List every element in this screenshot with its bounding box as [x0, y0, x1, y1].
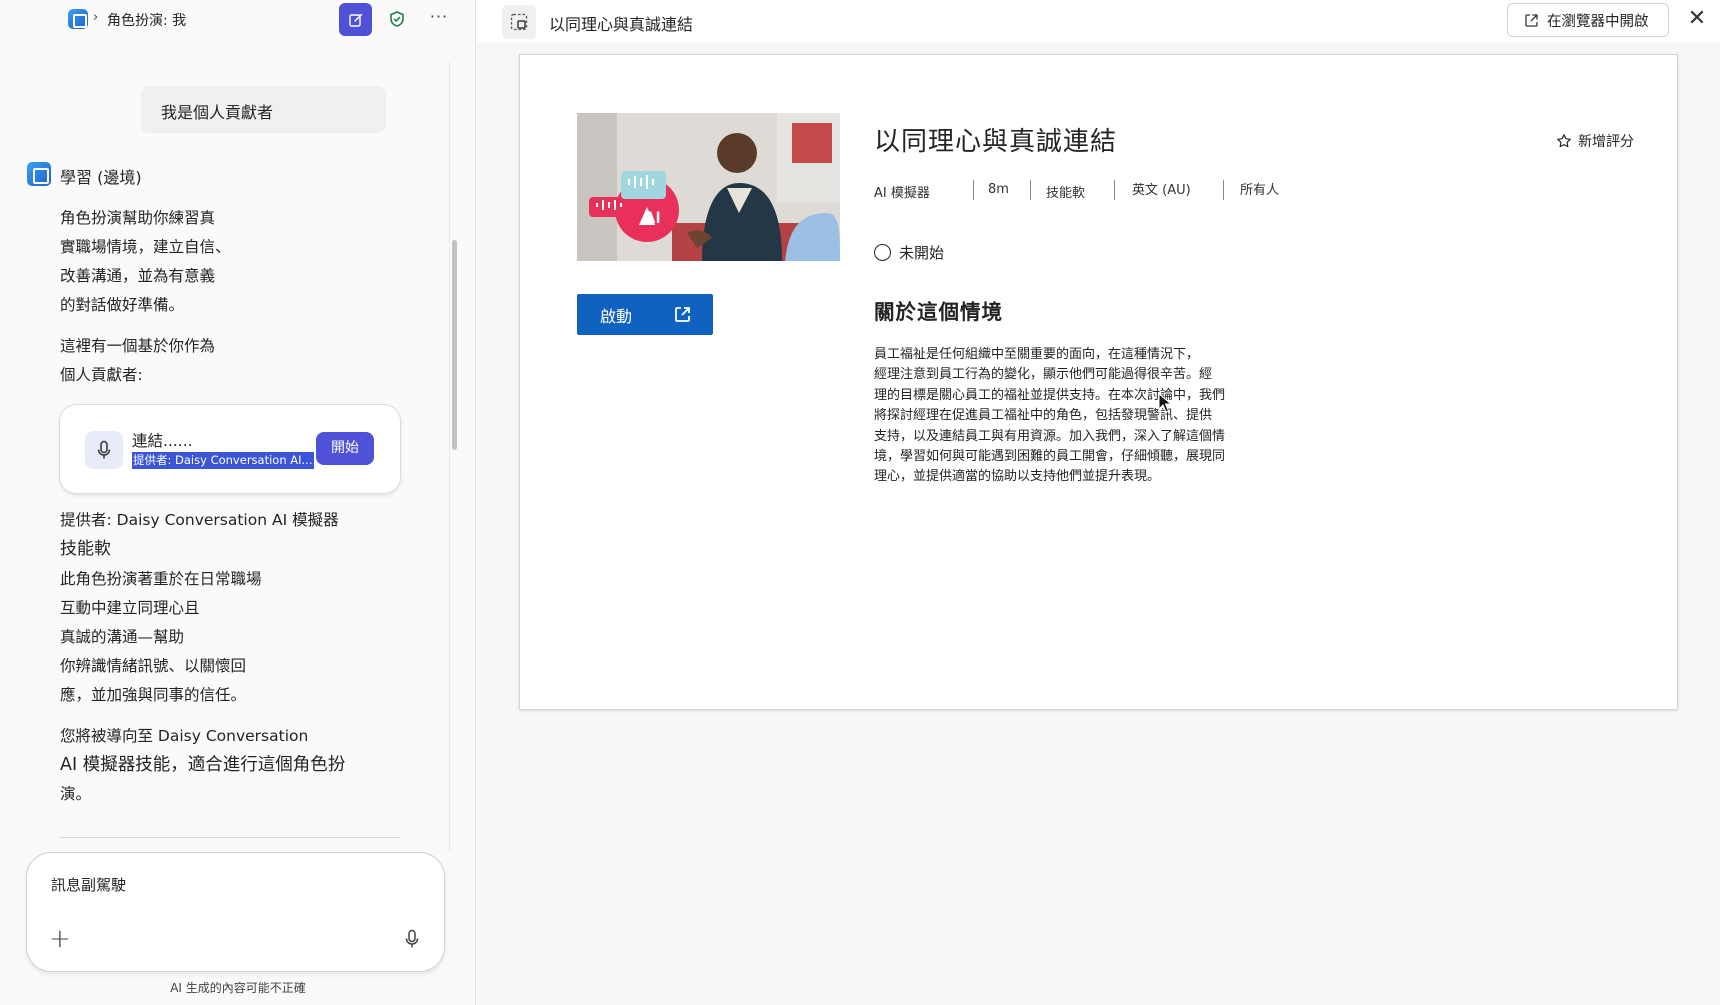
text-line: 改善溝通，並為有意義: [60, 267, 216, 285]
redirect-paragraph: 您將被導向至 Daisy Conversation AI 模擬器技能，適合進行這…: [60, 722, 345, 809]
lead-paragraph: 這裡有一個基於你作為 個人貢獻者:: [60, 332, 215, 390]
new-chat-button[interactable]: [339, 3, 372, 36]
hero-badge: AI: [643, 208, 661, 227]
add-rating-label: 新增評分: [1578, 134, 1634, 150]
scrollbar-thumb[interactable]: [452, 240, 457, 450]
shield-check-icon: [390, 11, 404, 27]
text-line: 真誠的溝通—幫助: [60, 628, 185, 646]
meta-separator: [973, 180, 974, 200]
meta-separator: [1223, 180, 1224, 200]
conversation-title[interactable]: 角色扮演: 我: [107, 10, 186, 30]
star-icon: [1557, 134, 1571, 148]
meta-type: AI 模擬器: [874, 186, 930, 201]
meta-separator: [1114, 180, 1115, 200]
new-chat-icon: [348, 13, 362, 27]
chat-header: › 角色扮演: 我 ···: [0, 0, 476, 38]
course-detail: AI 啟動 以同理心與真誠連結 新增評分 AI 模擬器 8m 技能軟 英文 (A…: [519, 54, 1678, 710]
card-title: 連結......: [132, 432, 193, 450]
bot-avatar-icon: [27, 162, 51, 186]
chevron-right-icon: ›: [93, 10, 99, 25]
meta-duration: 8m: [988, 182, 1009, 197]
message-composer[interactable]: +: [27, 853, 444, 971]
more-icon[interactable]: ···: [428, 6, 450, 30]
panel-icon[interactable]: [502, 5, 536, 39]
status-circle-icon: [874, 244, 891, 261]
open-in-browser-button[interactable]: 在瀏覽器中開啟: [1507, 3, 1669, 37]
about-heading: 關於這個情境: [874, 300, 1003, 324]
text-line: 境，學習如何與可能遇到困難的員工開會，仔細傾聽，展現同: [874, 449, 1226, 465]
status: 未開始: [874, 242, 944, 263]
scrollbar-track[interactable]: [449, 62, 459, 852]
description-paragraph: 此角色扮演著重於在日常職場 互動中建立同理心且 真誠的溝通—幫助 你辨識情緒訊號…: [60, 565, 262, 710]
text-line: 您將被導向至 Daisy Conversation: [60, 727, 309, 745]
text-line: 員工福祉是任何組織中至關重要的面向，在這種情況下，: [874, 347, 1200, 362]
meta-audience: 所有人: [1240, 183, 1280, 198]
text-line: 角色扮演幫助你練習真: [60, 209, 216, 227]
meta-language: 英文 (AU): [1132, 183, 1191, 198]
text-line: 理心，並提供適當的協助以支持他們並提升表現。: [874, 469, 1161, 485]
launch-button[interactable]: 啟動: [577, 294, 713, 335]
text-line: 經理注意到員工行為的變化，顯示他們可能過得很辛苦。經: [874, 367, 1213, 383]
plus-icon[interactable]: +: [49, 926, 73, 952]
launch-label: 啟動: [600, 306, 633, 326]
card-mic-button: [85, 431, 123, 469]
mic-icon: [97, 440, 111, 459]
text-line: AI 模擬器技能，適合進行這個角色扮: [60, 755, 346, 775]
course-thumbnail: AI: [577, 113, 840, 261]
divider: [60, 837, 400, 838]
open-in-browser-label: 在瀏覽器中開啟: [1547, 13, 1649, 30]
open-external-icon: [1525, 13, 1538, 27]
open-external-icon: [675, 307, 690, 322]
text-line: 互動中建立同理心且: [60, 599, 200, 617]
composer-mic-button[interactable]: [404, 929, 424, 951]
text-line: 這裡有一個基於你作為: [60, 337, 216, 355]
skill-line: 技能軟: [60, 539, 111, 559]
preview-title: 以同理心與真誠連結: [549, 15, 694, 34]
text-line: 應，並加強與同事的信任。: [60, 686, 247, 704]
bot-name: 學習 (邊境): [60, 168, 142, 187]
text-line: 此角色扮演著重於在日常職場: [60, 570, 262, 588]
text-line: 你辨識情緒訊號、以關懷回: [60, 657, 247, 675]
text-line: 演。: [60, 785, 92, 803]
roleplay-card[interactable]: 連結...... 提供者: Daisy Conversation AI... 開…: [60, 405, 400, 493]
card-subtitle: 提供者: Daisy Conversation AI...: [132, 452, 314, 469]
intro-paragraph: 角色扮演幫助你練習真 實職場情境，建立自信、 改善溝通，並為有意義 的對話做好準…: [60, 204, 231, 320]
chat-pane: › 角色扮演: 我 ··· 我是個人貢獻者 學習 (邊境) 角色扮演幫助你練習真…: [0, 0, 476, 1005]
text-line: 將探討經理在促進員工福祉中的角色，包括發現警訊、提供: [874, 408, 1213, 424]
status-label: 未開始: [899, 244, 945, 262]
course-title: 以同理心與真誠連結: [874, 127, 1118, 157]
about-description: 員工福祉是任何組織中至關重要的面向，在這種情況下， 經理注意到員工行為的變化，顯…: [874, 345, 1274, 488]
panel-glyph: [510, 13, 528, 31]
thumbnail-illustration: [577, 113, 840, 261]
text-line: 支持，以及連結員工與有用資源。加入我們，深入了解這個情: [874, 428, 1226, 444]
provider-line: 提供者: Daisy Conversation AI 模擬器: [60, 511, 339, 529]
app-logo-icon[interactable]: [68, 9, 88, 29]
shield-button[interactable]: [385, 7, 409, 31]
start-button[interactable]: 開始: [316, 432, 374, 465]
text-line: 個人貢獻者:: [60, 366, 143, 384]
user-message: 我是個人貢獻者: [141, 86, 386, 133]
add-rating-button[interactable]: 新增評分: [1556, 131, 1634, 151]
ai-disclaimer: AI 生成的內容可能不正確: [170, 981, 306, 995]
message-input[interactable]: [51, 873, 351, 897]
text-line: 理的目標是關心員工的福祉並提供支持。在本次討論中，我們: [874, 387, 1226, 403]
text-line: 實職場情境，建立自信、: [60, 238, 231, 256]
meta-separator: [1030, 180, 1031, 200]
meta-skill: 技能軟: [1046, 186, 1086, 201]
mic-icon: [405, 929, 419, 948]
text-line: 的對話做好準備。: [60, 296, 185, 314]
preview-pane: 以同理心與真誠連結 在瀏覽器中開啟 ✕ AI 啟動 以同理心與真誠連結 新增評分…: [477, 0, 1720, 1005]
close-icon[interactable]: ✕: [1684, 7, 1710, 33]
preview-header: 以同理心與真誠連結 在瀏覽器中開啟 ✕: [477, 0, 1720, 42]
cursor-icon: [1158, 393, 1172, 413]
